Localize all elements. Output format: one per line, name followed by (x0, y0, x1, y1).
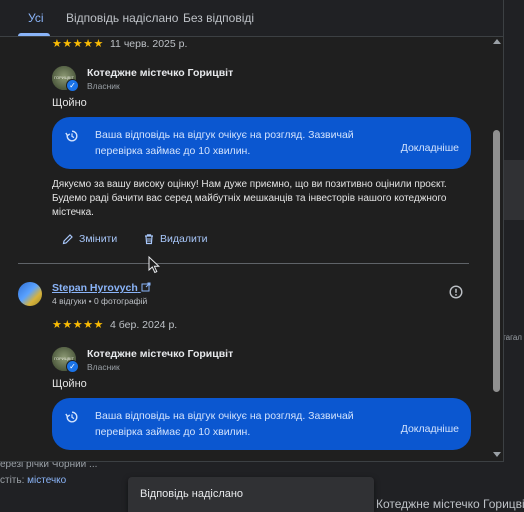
reviewer-name: Stepan Hyrovych (52, 282, 138, 294)
learn-more-link[interactable]: Докладніше (401, 423, 459, 435)
pending-clock-icon (65, 411, 78, 423)
scroll-thumb[interactable] (493, 130, 500, 392)
tab-replied[interactable]: Відповідь надіслано (66, 0, 178, 36)
edit-reply-label: Змінити (79, 233, 118, 245)
reviewer-name-link[interactable]: Stepan Hyrovych (52, 282, 151, 294)
review-date: 4 бер. 2024 р. (110, 319, 178, 331)
review-divider (18, 263, 469, 264)
review-rating-stars: ★★★★★ (52, 319, 104, 331)
reviewer-avatar[interactable] (18, 282, 42, 306)
owner-name: Котеджне містечко Горицвіт (87, 348, 234, 360)
reviews-dialog: Усі Відповідь надіслано Без відповіді ★★… (0, 0, 504, 462)
review-rating-stars: ★★★★★ (52, 38, 104, 50)
background-tag-link[interactable]: містечко (27, 475, 66, 486)
snackbar-toast: Відповідь надіслано (128, 477, 374, 512)
toast-message: Відповідь надіслано (140, 488, 244, 500)
dialog-scrollbar[interactable] (490, 37, 503, 461)
external-link-icon (141, 282, 151, 292)
owner-name: Котеджне містечко Горицвіт (87, 67, 234, 79)
pencil-icon (62, 234, 73, 245)
verified-check-icon: ✓ (66, 360, 79, 373)
pending-notice-text: Ваша відповідь на відгук очікує на розгл… (95, 129, 354, 157)
owner-role: Власник (87, 362, 120, 372)
verified-check-icon: ✓ (66, 79, 79, 92)
report-review-icon[interactable] (449, 285, 463, 299)
pending-clock-icon (65, 130, 78, 142)
delete-reply-button[interactable]: Видалити (143, 233, 208, 245)
review-tabs: Усі Відповідь надіслано Без відповіді (0, 0, 503, 37)
reviewer-stats: 4 відгуки • 0 фотографій (52, 296, 148, 306)
owner-role: Власник (87, 81, 120, 91)
learn-more-link[interactable]: Докладніше (401, 142, 459, 154)
pending-review-notice: Ваша відповідь на відгук очікує на розгл… (52, 398, 471, 450)
mouse-pointer-icon (148, 256, 160, 274)
reply-time: Щойно (52, 378, 87, 390)
background-place-title: Котеджне містечко Горицвіт (376, 497, 524, 511)
reviews-list: ★★★★★ 11 черв. 2025 р. ГОРИЦВІТ ✓ Котедж… (0, 37, 488, 461)
active-tab-indicator (18, 33, 50, 36)
delete-reply-label: Видалити (160, 233, 208, 245)
pending-review-notice: Ваша відповідь на відгук очікує на розгл… (52, 117, 471, 169)
background-tags: стіть: містечко (0, 475, 66, 486)
owner-avatar: ГОРИЦВІТ ✓ (52, 66, 79, 92)
edit-reply-button[interactable]: Змінити (62, 233, 117, 245)
tab-all[interactable]: Усі (28, 0, 44, 36)
tab-unreplied[interactable]: Без відповіді (183, 0, 254, 36)
review-date: 11 черв. 2025 р. (110, 38, 188, 50)
reply-time: Щойно (52, 97, 87, 109)
owner-avatar: ГОРИЦВІТ ✓ (52, 347, 79, 373)
trash-icon (145, 234, 153, 245)
background-tags-label: стіть: (0, 475, 25, 486)
scroll-up-arrow-icon[interactable] (493, 39, 501, 44)
scroll-down-arrow-icon[interactable] (493, 452, 501, 457)
pending-notice-text: Ваша відповідь на відгук очікує на розгл… (95, 410, 354, 438)
owner-reply-text: Дякуємо за вашу високу оцінку! Нам дуже … (52, 179, 447, 218)
